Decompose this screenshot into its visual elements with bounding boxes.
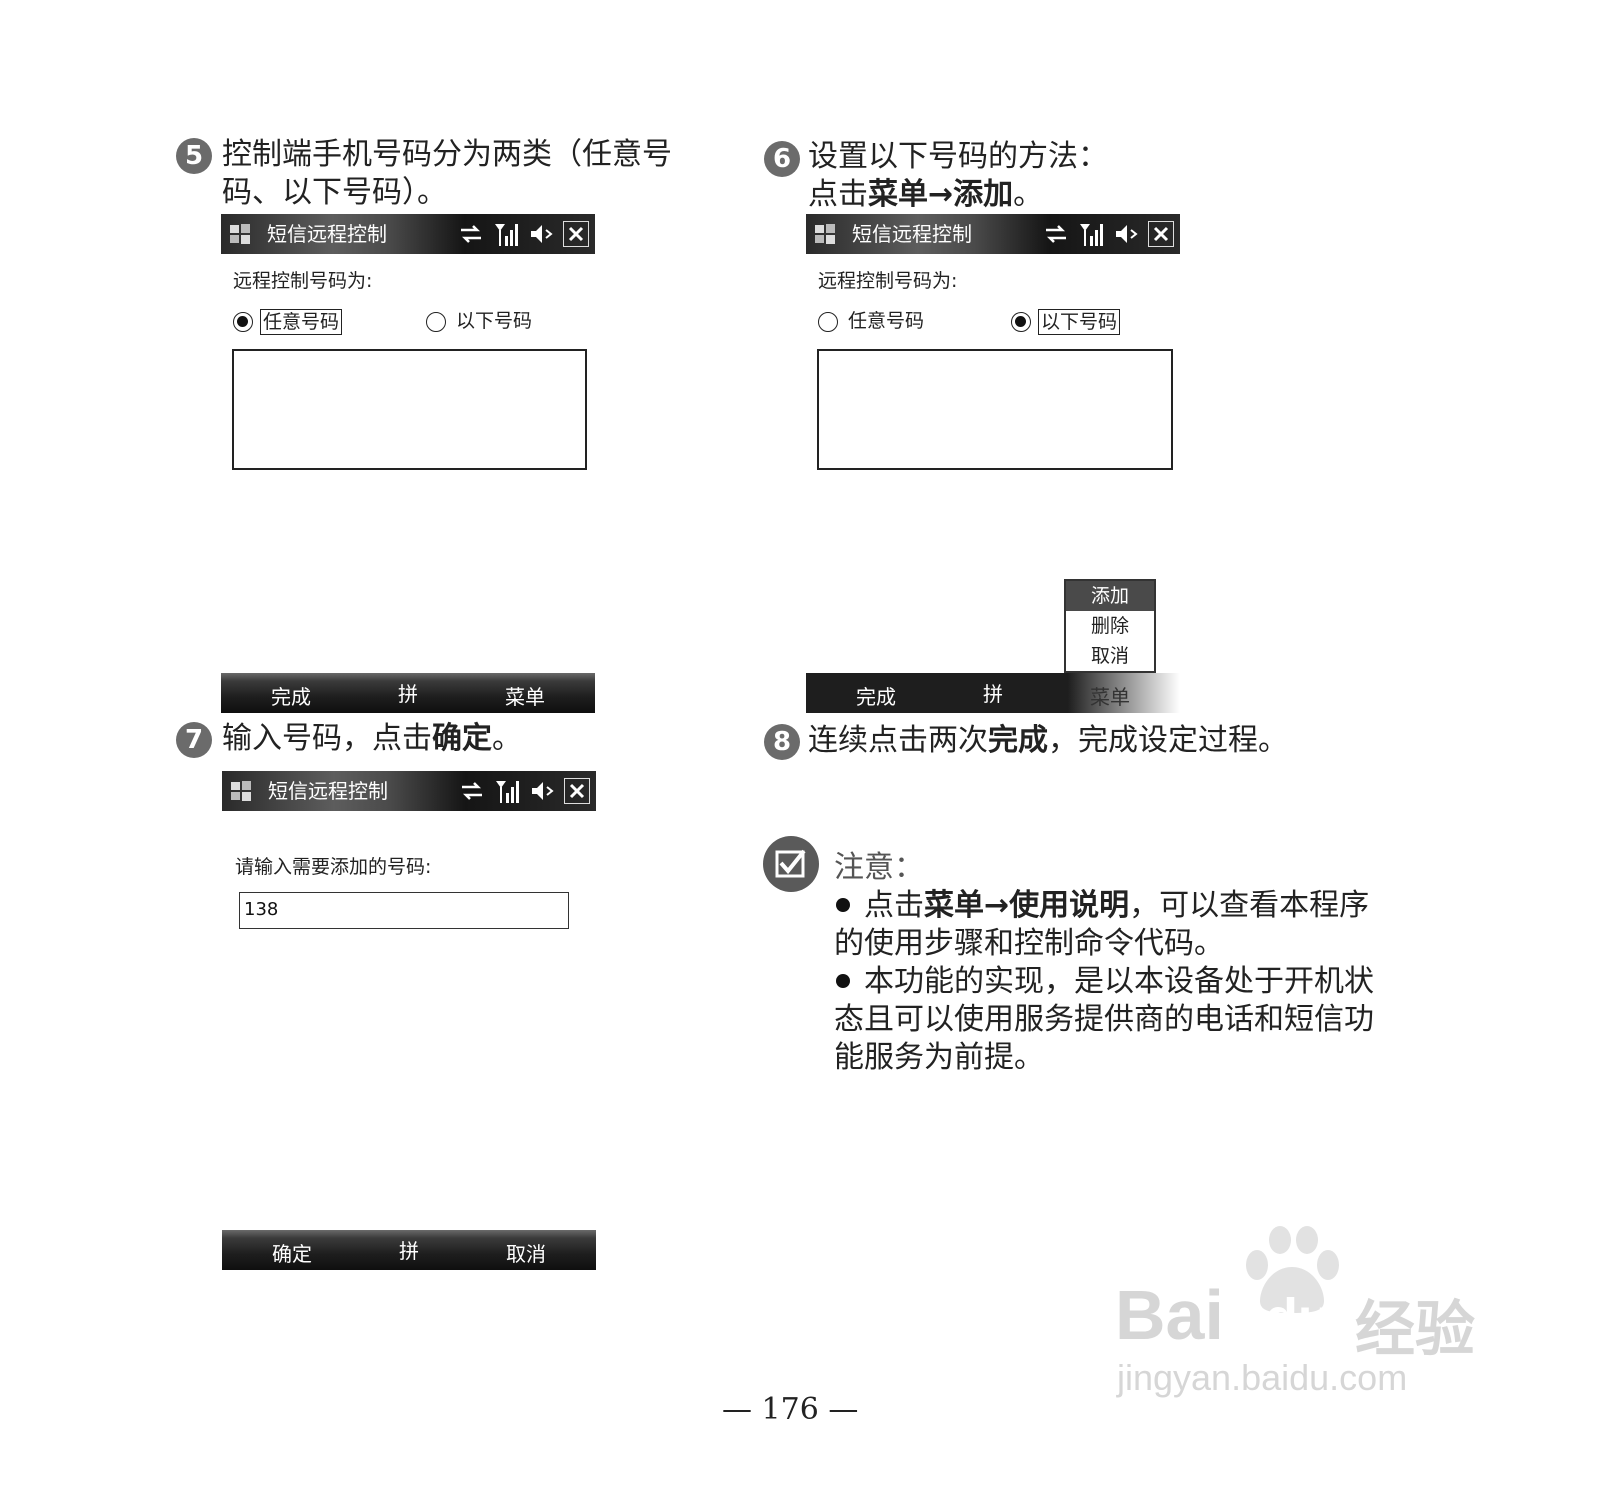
softkey-menu[interactable]: 菜单 (505, 681, 545, 710)
screen3-title: 短信远程控制 (268, 779, 388, 803)
screen1-label: 远程控制号码为: (233, 270, 373, 292)
close-button[interactable] (1148, 221, 1174, 247)
softkey-confirm[interactable]: 确定 (272, 1238, 312, 1267)
note-bullet-1-line1: 点击菜单→使用说明，可以查看本程序 (834, 887, 1454, 925)
screen2-radio-any-label[interactable]: 任意号码 (846, 309, 926, 333)
note-b2-l1: 本功能的实现，是以本设备处于开机状 (864, 964, 1374, 999)
screen1-titlebar: 短信远程控制 (221, 214, 595, 254)
phone-number-input[interactable]: 138 (239, 892, 569, 929)
step-6-pre: 点击 (808, 177, 868, 212)
note-bullet-2-line3: 能服务为前提。 (834, 1040, 1044, 1075)
signal-icon[interactable] (493, 222, 519, 246)
step-7-confirm: 确定 (432, 721, 492, 756)
bullet-icon (836, 897, 850, 912)
note-block: 注意： 点击菜单→使用说明，可以查看本程序 的使用步骤和控制命令代码。 本功能的… (834, 849, 1454, 1077)
note-title: 注意： (834, 850, 924, 885)
watermark-brand-cn: 经验 (1355, 1295, 1475, 1365)
close-button[interactable] (564, 778, 590, 804)
bullet-icon (836, 973, 850, 988)
step-8-pre: 连续点击两次 (808, 723, 988, 758)
watermark-brand-du: du (1265, 1288, 1331, 1348)
softkey-cancel[interactable]: 取消 (506, 1238, 546, 1267)
step-8-post: ，完成设定过程。 (1048, 723, 1288, 758)
close-button[interactable] (563, 221, 589, 247)
signal-icon[interactable] (494, 779, 520, 803)
screen1-radio-any-label[interactable]: 任意号码 (260, 309, 343, 335)
screen2-popup-menu: 添加 删除 取消 (1064, 579, 1156, 673)
step-6-add: 添加 (953, 177, 1014, 212)
softkey-done[interactable]: 完成 (856, 681, 896, 710)
screen1-title: 短信远程控制 (267, 222, 387, 246)
step-6-line1: 设置以下号码的方法： (808, 139, 1108, 174)
baidu-watermark: Bai du 经验 jingyan.baidu.com (1115, 1225, 1485, 1405)
note-bullet-1-line2: 的使用步骤和控制命令代码。 (834, 926, 1224, 961)
close-icon (1153, 226, 1169, 242)
note-b1-arrow: → (984, 888, 1010, 923)
sync-icon[interactable] (1044, 224, 1068, 244)
screen3-titlebar: 短信远程控制 (222, 771, 596, 811)
step-6-text: 设置以下号码的方法： 点击菜单→添加。 (808, 138, 1108, 214)
note-b1-post: ，可以查看本程序 (1129, 888, 1370, 923)
screen1-softkey-bar: 完成 拼 菜单 (221, 673, 595, 713)
step-number-6: 6 (764, 141, 800, 177)
step-6-line2: 点击菜单→添加。 (808, 176, 1108, 214)
softkey-menu[interactable]: 菜单 (1090, 681, 1130, 710)
sync-icon[interactable] (460, 781, 484, 801)
step-6-post: 。 (1013, 177, 1044, 212)
windows-logo-icon[interactable] (229, 223, 251, 245)
note-b1-menu: 菜单 (924, 888, 984, 923)
note-b1-manual: 使用说明 (1009, 888, 1130, 923)
close-icon (568, 226, 584, 242)
step-number-5: 5 (176, 138, 212, 174)
watermark-brand: Bai (1115, 1276, 1224, 1354)
softkey-input-method[interactable]: 拼 (398, 678, 418, 707)
step-8-done: 完成 (988, 723, 1048, 758)
screen2-radio-below-label[interactable]: 以下号码 (1038, 309, 1121, 335)
note-bullet-2-line1: 本功能的实现，是以本设备处于开机状 (834, 963, 1454, 1001)
screen2-title: 短信远程控制 (852, 222, 972, 246)
watermark-url: jingyan.baidu.com (1117, 1357, 1408, 1398)
step-7-pre: 输入号码，点击 (222, 721, 432, 756)
screen2-number-list[interactable] (817, 349, 1173, 470)
note-bullet-2-line2: 态且可以使用服务提供商的电话和短信功 (834, 1002, 1374, 1037)
windows-logo-icon[interactable] (814, 223, 836, 245)
page-number: — 176 — (722, 1392, 859, 1427)
step-number-7: 7 (176, 722, 212, 758)
windows-logo-icon[interactable] (230, 780, 252, 802)
softkey-input-method[interactable]: 拼 (983, 678, 1003, 707)
screen3-softkey-bar: 确定 拼 取消 (222, 1230, 596, 1270)
menu-item-add[interactable]: 添加 (1066, 581, 1154, 611)
note-b1-pre: 点击 (864, 888, 924, 923)
screen3-label: 请输入需要添加的号码: (235, 856, 432, 878)
signal-icon[interactable] (1078, 222, 1104, 246)
step-5-line2: 码、以下号码）。 (222, 175, 447, 210)
step-number-8: 8 (764, 724, 800, 760)
menu-item-delete[interactable]: 删除 (1066, 611, 1154, 641)
screen2-titlebar: 短信远程控制 (806, 214, 1180, 254)
screen2-softkey-bar: 完成 拼 菜单 (806, 673, 1180, 713)
speaker-muted-icon[interactable] (530, 780, 554, 802)
softkey-input-method[interactable]: 拼 (399, 1235, 419, 1264)
screen2-radio-below[interactable] (1011, 312, 1031, 332)
step-6-menu: 菜单 (868, 177, 928, 212)
close-icon (569, 783, 585, 799)
step-5-line1: 控制端手机号码分为两类（任意号 (222, 137, 672, 172)
screen1-radio-below-label[interactable]: 以下号码 (454, 309, 534, 333)
speaker-muted-icon[interactable] (1114, 223, 1138, 245)
screen1-number-list[interactable] (232, 349, 587, 470)
step-6-arrow: → (928, 177, 954, 212)
sync-icon[interactable] (459, 224, 483, 244)
step-7-post: 。 (492, 721, 522, 756)
speaker-muted-icon[interactable] (529, 223, 553, 245)
screen2-radio-any[interactable] (818, 312, 838, 332)
checkbox-note-icon (763, 836, 819, 892)
screen1-radio-any[interactable] (233, 312, 253, 332)
menu-item-cancel[interactable]: 取消 (1066, 641, 1154, 671)
screen1-radio-below[interactable] (426, 312, 446, 332)
step-8-text: 连续点击两次完成，完成设定过程。 (808, 722, 1288, 760)
step-5-text: 控制端手机号码分为两类（任意号 码、以下号码）。 (222, 136, 672, 212)
step-7-text: 输入号码，点击确定。 (222, 720, 522, 758)
screen2-label: 远程控制号码为: (818, 270, 958, 292)
softkey-done[interactable]: 完成 (271, 681, 311, 710)
